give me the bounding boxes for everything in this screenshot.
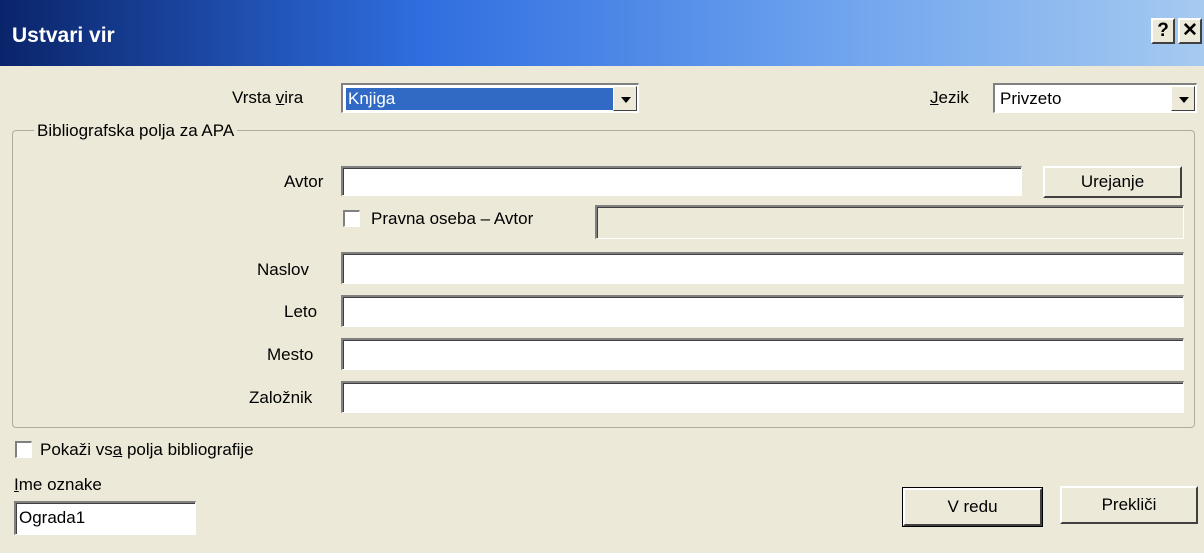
language-label: Jezik bbox=[930, 88, 969, 107]
cancel-button[interactable]: Prekliči bbox=[1060, 486, 1198, 524]
group-title: Bibliografska polja za APA bbox=[34, 121, 238, 141]
ok-button[interactable]: V redu bbox=[902, 487, 1043, 527]
corporate-author-label: Pravna oseba – Avtor bbox=[371, 209, 534, 228]
source-type-label: Vrsta vira bbox=[232, 88, 304, 107]
author-label: Avtor bbox=[284, 172, 324, 191]
show-all-fields-label: Pokaži vsa polja bibliografije bbox=[40, 440, 254, 459]
author-field[interactable] bbox=[341, 166, 1022, 196]
chevron-down-icon[interactable] bbox=[613, 86, 637, 111]
close-icon: ✕ bbox=[1182, 20, 1198, 41]
corporate-author-field bbox=[595, 205, 1184, 239]
corporate-author-checkbox[interactable] bbox=[343, 210, 360, 227]
help-icon: ? bbox=[1157, 20, 1169, 41]
city-field[interactable] bbox=[341, 338, 1184, 370]
show-all-fields-checkbox[interactable] bbox=[15, 441, 32, 458]
tag-name-label: Ime oznake bbox=[14, 475, 102, 494]
title-field[interactable] bbox=[341, 252, 1184, 284]
source-type-value: Knjiga bbox=[346, 88, 616, 110]
close-button[interactable]: ✕ bbox=[1178, 18, 1202, 44]
year-field[interactable] bbox=[341, 295, 1184, 327]
title-bar: Ustvari vir ? ✕ bbox=[0, 0, 1204, 66]
help-button[interactable]: ? bbox=[1151, 18, 1175, 44]
tag-name-field[interactable]: Ograda1 bbox=[14, 501, 196, 535]
year-label: Leto bbox=[284, 302, 318, 321]
edit-author-button[interactable]: Urejanje bbox=[1043, 166, 1182, 198]
publisher-field[interactable] bbox=[341, 381, 1184, 413]
window-title: Ustvari vir bbox=[12, 24, 115, 47]
publisher-label: Založnik bbox=[249, 388, 313, 407]
city-label: Mesto bbox=[267, 345, 314, 364]
language-value: Privzeto bbox=[1000, 89, 1062, 108]
chevron-down-icon[interactable] bbox=[1171, 86, 1195, 111]
language-select[interactable]: Privzeto bbox=[993, 83, 1197, 113]
title-label: Naslov bbox=[257, 260, 309, 279]
source-type-select[interactable]: Knjiga bbox=[341, 83, 639, 113]
